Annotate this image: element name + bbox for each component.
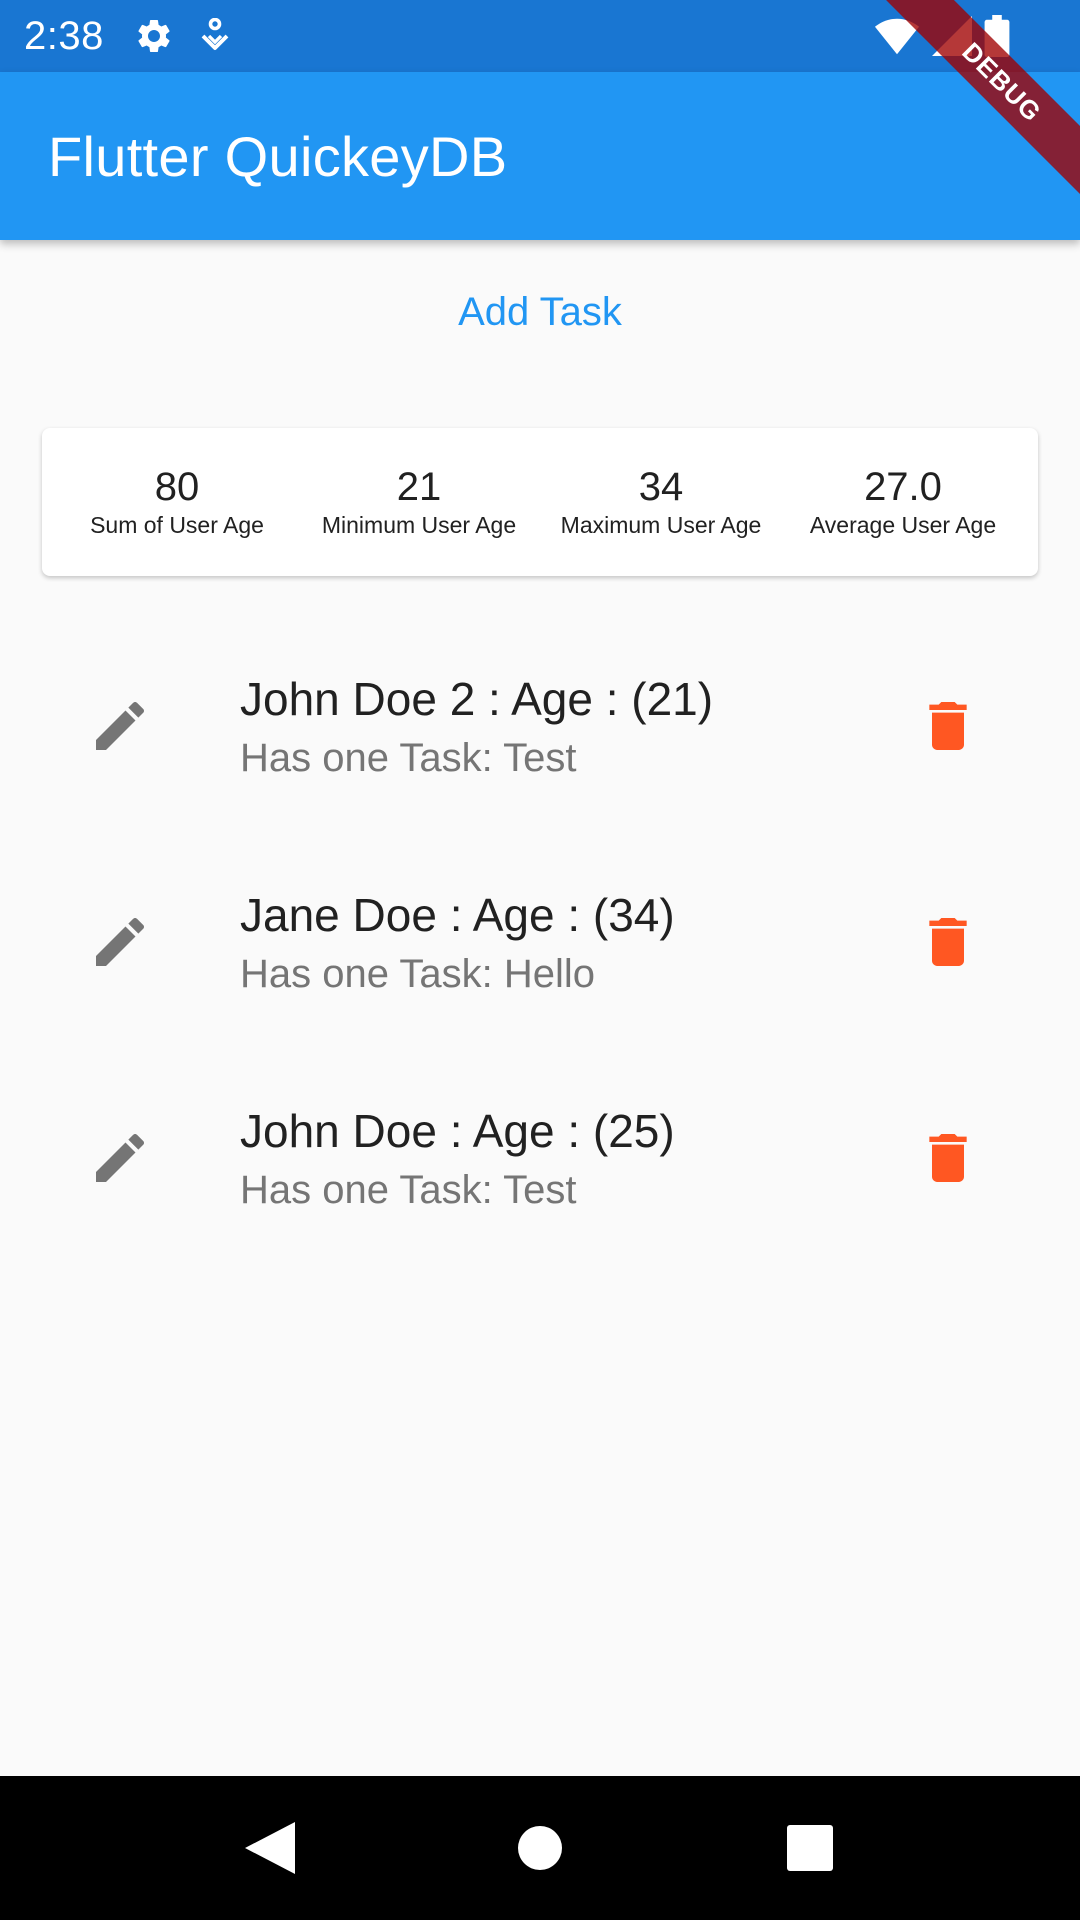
stat-label: Minimum User Age	[321, 512, 517, 538]
stats-card: 80 Sum of User Age 21 Minimum User Age 3…	[42, 428, 1038, 576]
user-title: Jane Doe : Age : (34)	[240, 889, 675, 941]
back-icon[interactable]	[240, 1818, 300, 1878]
user-task: Has one Task: Test	[240, 736, 577, 780]
pencil-icon	[88, 1126, 152, 1195]
delete-button[interactable]	[912, 620, 984, 836]
stat-value: 80	[154, 465, 200, 509]
status-bar: 2:38	[0, 0, 1080, 72]
app-bar: Flutter QuickeyDB	[0, 72, 1080, 240]
recents-icon[interactable]	[780, 1818, 840, 1878]
list-item-text: John Doe 2 : Age : (21) Has one Task: Te…	[240, 670, 713, 788]
stat-max: 34 Maximum User Age	[540, 464, 782, 540]
list-item[interactable]: John Doe : Age : (25) Has one Task: Test	[0, 1052, 1080, 1268]
pencil-icon	[88, 910, 152, 979]
list-item[interactable]: Jane Doe : Age : (34) Has one Task: Hell…	[0, 836, 1080, 1052]
user-task: Has one Task: Hello	[240, 952, 595, 996]
trash-icon	[916, 694, 980, 763]
stat-label: Maximum User Age	[560, 512, 762, 538]
accessibility-icon	[200, 18, 230, 54]
signal-icon	[932, 16, 972, 56]
status-time: 2:38	[24, 14, 104, 58]
stat-average: 27.0 Average User Age	[782, 464, 1024, 540]
stat-value: 27.0	[864, 465, 942, 509]
list-item-text: Jane Doe : Age : (34) Has one Task: Hell…	[240, 886, 675, 1004]
delete-button[interactable]	[912, 1052, 984, 1268]
navigation-bar	[0, 1776, 1080, 1920]
status-right-icons	[874, 0, 1010, 72]
edit-button[interactable]	[84, 836, 156, 1052]
list-item-text: John Doe : Age : (25) Has one Task: Test	[240, 1102, 675, 1220]
edit-button[interactable]	[84, 620, 156, 836]
add-task-button[interactable]: Add Task	[0, 270, 1080, 354]
stat-value: 21	[396, 465, 442, 509]
stat-sum: 80 Sum of User Age	[56, 464, 298, 540]
status-left-icons	[134, 16, 230, 56]
trash-icon	[916, 1126, 980, 1195]
user-list: John Doe 2 : Age : (21) Has one Task: Te…	[0, 620, 1080, 1268]
battery-icon	[984, 15, 1010, 57]
user-title: John Doe 2 : Age : (21)	[240, 673, 714, 725]
stat-min: 21 Minimum User Age	[298, 464, 540, 540]
stat-value: 34	[638, 465, 684, 509]
edit-button[interactable]	[84, 1052, 156, 1268]
wifi-icon	[874, 16, 920, 56]
delete-button[interactable]	[912, 836, 984, 1052]
pencil-icon	[88, 694, 152, 763]
home-icon[interactable]	[510, 1818, 570, 1878]
user-task: Has one Task: Test	[240, 1168, 577, 1212]
trash-icon	[916, 910, 980, 979]
page-title: Flutter QuickeyDB	[48, 124, 508, 188]
list-item[interactable]: John Doe 2 : Age : (21) Has one Task: Te…	[0, 620, 1080, 836]
stat-label: Sum of User Age	[90, 512, 264, 538]
gear-icon	[134, 16, 174, 56]
user-title: John Doe : Age : (25)	[240, 1105, 675, 1157]
stat-label: Average User Age	[809, 512, 997, 538]
